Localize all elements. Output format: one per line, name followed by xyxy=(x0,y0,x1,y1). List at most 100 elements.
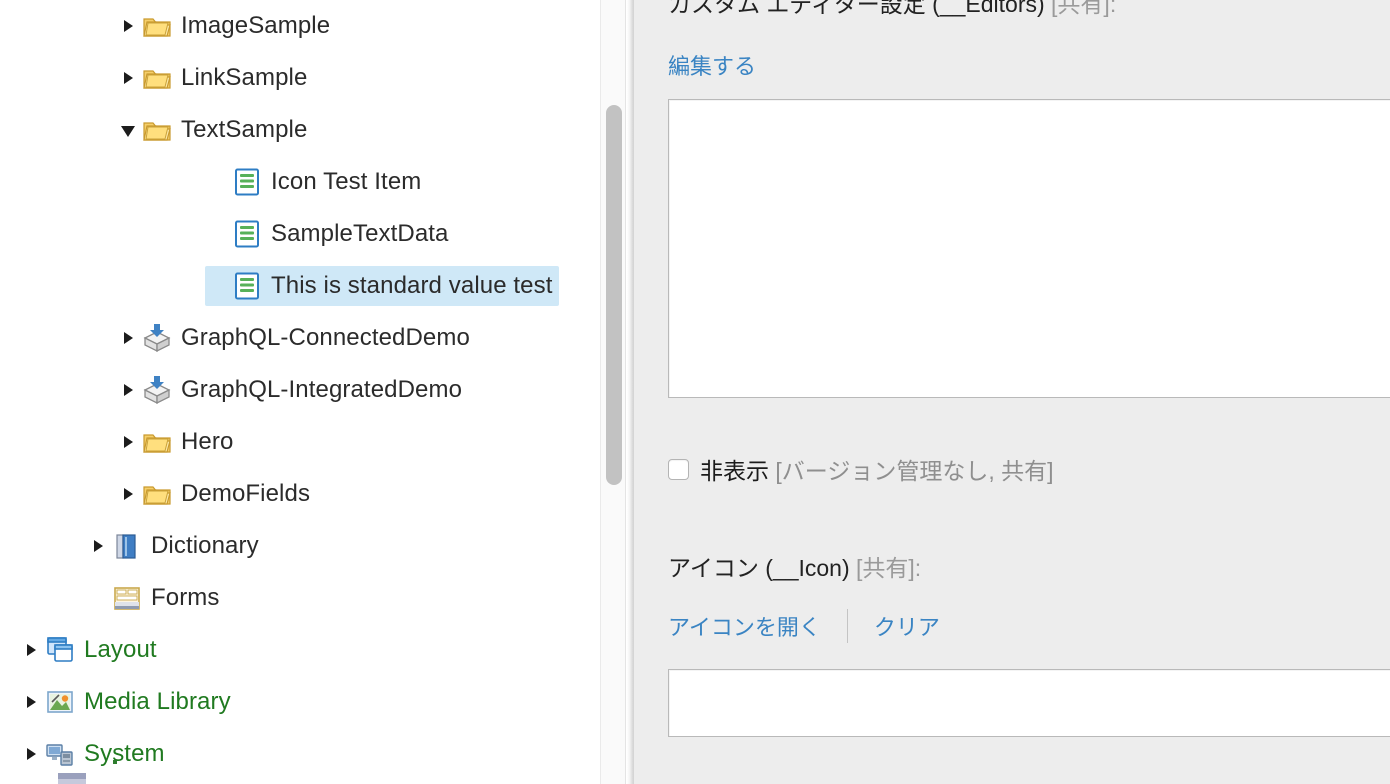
chevron-right-icon[interactable] xyxy=(115,58,141,98)
tree-item-label: GraphQL-IntegratedDemo xyxy=(181,376,463,403)
tree-item-label: Media Library xyxy=(84,688,231,715)
panel-splitter[interactable] xyxy=(627,0,634,784)
field-label-icon-colon: : xyxy=(914,555,922,581)
tree-vertical-scrollbar[interactable] xyxy=(600,0,626,784)
hidden-checkbox[interactable] xyxy=(668,458,689,480)
tree-item-hit-area[interactable]: ImageSample xyxy=(115,6,336,46)
action-separator xyxy=(846,609,848,643)
tree-item-label: LinkSample xyxy=(181,64,308,91)
tree-item-label: Icon Test Item xyxy=(271,168,422,195)
field-editor-panel: カスタム エディター設定 (__Editors) [共有]: 編集する 非表示 … xyxy=(634,0,1390,784)
document-icon xyxy=(231,270,263,302)
tree-item-hit-area[interactable]: DemoFields xyxy=(115,474,316,514)
chevron-down-icon[interactable] xyxy=(115,110,141,150)
tree-item-hit-area[interactable]: Media Library xyxy=(18,682,237,722)
folder-icon xyxy=(141,114,173,146)
layout-icon xyxy=(44,634,76,666)
clear-icon-link[interactable]: クリア xyxy=(874,610,940,642)
tree-item-hit-area[interactable]: This is standard value test xyxy=(205,266,559,306)
tree-item-system[interactable]: System xyxy=(0,728,600,780)
tree-item-sampletextdata[interactable]: SampleTextData xyxy=(0,208,600,260)
tree-item-hit-area[interactable]: Forms xyxy=(85,578,226,618)
document-icon xyxy=(231,218,263,250)
tree-item-icon-test-item[interactable]: Icon Test Item xyxy=(0,156,600,208)
tree-item-media-library[interactable]: Media Library xyxy=(0,676,600,728)
tree-item-hit-area[interactable]: Icon Test Item xyxy=(205,162,427,202)
chevron-right-icon[interactable] xyxy=(18,630,44,670)
chevron-right-icon[interactable] xyxy=(18,734,44,774)
hidden-field-row[interactable]: 非表示 [バージョン管理なし, 共有] xyxy=(668,452,1054,486)
editors-value-textarea[interactable] xyxy=(668,99,1390,398)
tree-item-linksample[interactable]: LinkSample xyxy=(0,52,600,104)
tree-item-this-is-standard-value-test[interactable]: This is standard value test xyxy=(0,260,600,312)
tree-item-label: SampleTextData xyxy=(271,220,449,247)
tree-item-layout[interactable]: Layout xyxy=(0,624,600,676)
tree-item-forms[interactable]: Forms xyxy=(0,572,600,624)
field-label-icon-text: アイコン (__Icon) xyxy=(668,555,850,581)
tree-item-hit-area[interactable]: GraphQL-IntegratedDemo xyxy=(115,370,468,410)
folder-icon xyxy=(141,478,173,510)
tree-item-hit-area[interactable]: TextSample xyxy=(115,110,313,150)
tree-item-hit-area[interactable]: GraphQL-ConnectedDemo xyxy=(115,318,476,358)
package-icon xyxy=(141,322,173,354)
tree-item-label: GraphQL-ConnectedDemo xyxy=(181,324,470,351)
tree-item-label: DemoFields xyxy=(181,480,311,507)
tree-item-hit-area[interactable]: Layout xyxy=(18,630,163,670)
tree-item-label: System xyxy=(84,740,165,767)
folder-icon xyxy=(141,10,173,42)
chevron-right-icon[interactable] xyxy=(115,474,141,514)
chevron-right-icon[interactable] xyxy=(18,682,44,722)
tree-item-imagesample[interactable]: ImageSample xyxy=(0,0,600,52)
forms-icon xyxy=(111,582,143,614)
hidden-checkbox-meta: [バージョン管理なし, 共有] xyxy=(775,458,1054,484)
chevron-right-icon[interactable] xyxy=(115,422,141,462)
tree-item-label: TextSample xyxy=(181,116,308,143)
tree-item-label: This is standard value test xyxy=(271,272,553,299)
tree-item-dictionary[interactable]: Dictionary xyxy=(0,520,600,572)
tree-item-label: Forms xyxy=(151,584,220,611)
tree-item-hit-area[interactable]: Dictionary xyxy=(85,526,265,566)
folder-icon xyxy=(141,62,173,94)
tree-item-label: ImageSample xyxy=(181,12,331,39)
clipped-tree-label-fragment xyxy=(113,760,117,764)
chevron-right-icon[interactable] xyxy=(115,6,141,46)
hidden-checkbox-label: 非表示 [バージョン管理なし, 共有] xyxy=(700,452,1054,486)
tree-item-graphql-connecteddemo[interactable]: GraphQL-ConnectedDemo xyxy=(0,312,600,364)
content-tree-panel: ImageSample LinkSample TextSample Icon T… xyxy=(0,0,600,784)
tree-item-hero[interactable]: Hero xyxy=(0,416,600,468)
tree-item-hit-area[interactable]: LinkSample xyxy=(115,58,313,98)
chevron-right-icon[interactable] xyxy=(115,318,141,358)
icon-actions: アイコンを開く クリア xyxy=(668,609,940,643)
tree-item-hit-area[interactable]: SampleTextData xyxy=(205,214,455,254)
field-label-editors-shared: [共有] xyxy=(1051,0,1110,17)
hidden-checkbox-label-text: 非表示 xyxy=(700,458,769,484)
field-label-editors-text: カスタム エディター設定 (__Editors) xyxy=(668,0,1045,17)
package-icon xyxy=(141,374,173,406)
document-icon xyxy=(231,166,263,198)
tree-item-demofields[interactable]: DemoFields xyxy=(0,468,600,520)
tree-scrollbar-thumb[interactable] xyxy=(606,105,622,485)
icon-value-input[interactable] xyxy=(668,669,1390,737)
edit-link[interactable]: 編集する xyxy=(668,49,756,81)
field-label-icon-shared: [共有] xyxy=(856,555,915,581)
chevron-right-icon[interactable] xyxy=(115,370,141,410)
field-label-icon: アイコン (__Icon) [共有]: xyxy=(668,555,922,581)
tree-item-graphql-integrateddemo[interactable]: GraphQL-IntegratedDemo xyxy=(0,364,600,416)
field-label-editors-colon: : xyxy=(1109,0,1117,17)
folder-icon xyxy=(141,426,173,458)
tree-item-label: Hero xyxy=(181,428,234,455)
tree-item-label: Dictionary xyxy=(151,532,259,559)
system-icon xyxy=(44,738,76,770)
tree-item-textsample[interactable]: TextSample xyxy=(0,104,600,156)
content-editor-window: ImageSample LinkSample TextSample Icon T… xyxy=(0,0,1390,784)
open-icon-link[interactable]: アイコンを開く xyxy=(668,610,821,642)
chevron-right-icon[interactable] xyxy=(85,526,111,566)
tree-item-hit-area[interactable]: System xyxy=(18,734,171,774)
tree-item-label: Layout xyxy=(84,636,157,663)
book-icon xyxy=(111,530,143,562)
tree-item-hit-area[interactable]: Hero xyxy=(115,422,239,462)
